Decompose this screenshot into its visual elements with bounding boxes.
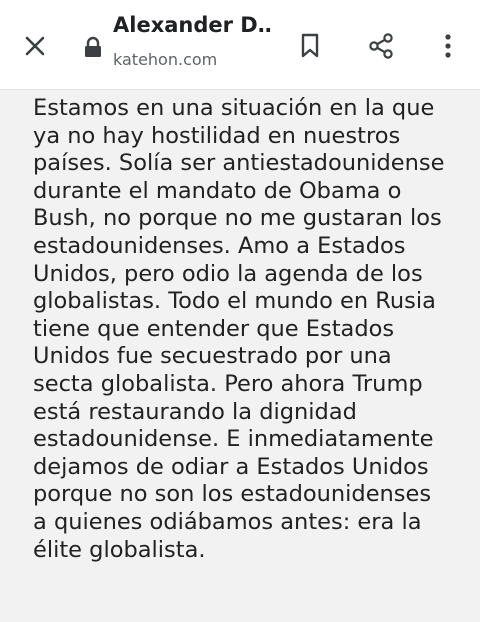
article-paragraph: Estamos en una situación en la que ya no… xyxy=(33,95,473,564)
paragraph-line: ya no hay hostilidad en nuestros xyxy=(33,122,401,149)
paragraph-line: Estamos en una situación en la que xyxy=(33,95,435,121)
paragraph-line: élite globalista. xyxy=(33,536,206,563)
share-button[interactable] xyxy=(365,30,397,62)
bookmark-button[interactable] xyxy=(294,30,326,62)
paragraph-line: globalistas. Todo el mundo en Rusia xyxy=(33,288,436,315)
share-icon xyxy=(369,33,393,59)
paragraph-line: dejamos de odiar a Estados Unidos xyxy=(33,453,429,480)
paragraph-line: Unidos fue secuestrado por una xyxy=(33,343,392,370)
page-title: Alexander D… xyxy=(113,13,273,37)
paragraph-line: Unidos, pero odio la agenda de los xyxy=(33,260,423,287)
paragraph-line: países. Solía ser antiestadounidense xyxy=(33,150,445,177)
paragraph-line: a quienes odiábamos antes: era la xyxy=(33,508,422,535)
bookmark-icon xyxy=(301,33,319,58)
close-button[interactable] xyxy=(20,31,50,61)
paragraph-line: estadounidense. E inmediatamente xyxy=(33,426,434,453)
close-icon xyxy=(25,36,45,56)
paragraph-line: Bush, no porque no me gustaran los xyxy=(33,205,442,232)
more-options-button[interactable] xyxy=(432,30,464,62)
paragraph-line: está restaurando la dignidad xyxy=(33,398,357,425)
page-domain: katehon.com xyxy=(113,50,218,69)
paragraph-line: estadounidenses. Amo a Estados xyxy=(33,232,406,259)
custom-tab-toolbar: Alexander D… katehon.com xyxy=(0,0,480,90)
lock-icon xyxy=(83,36,103,58)
paragraph-line: secta globalista. Pero ahora Trump xyxy=(33,370,423,397)
paragraph-line: porque no son los estadounidenses xyxy=(33,481,432,508)
paragraph-line: durante el mandato de Obama o xyxy=(33,177,402,204)
more-vert-icon xyxy=(445,34,451,58)
paragraph-line: tiene que entender que Estados xyxy=(33,315,395,342)
